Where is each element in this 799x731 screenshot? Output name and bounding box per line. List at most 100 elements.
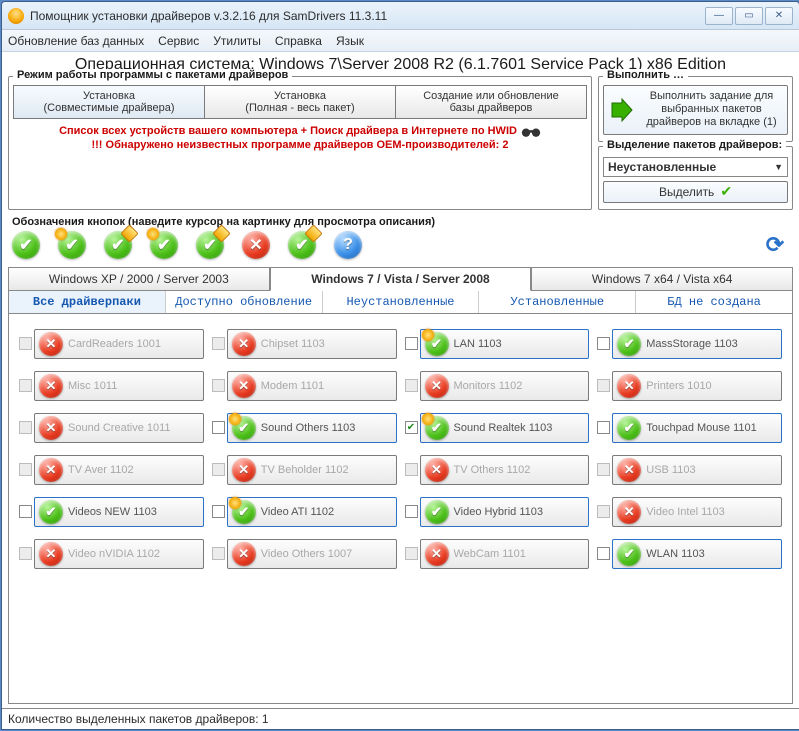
driverpack-button[interactable]: ✔MassStorage 1103 [612, 329, 782, 359]
execute-group-label: Выполнить … [603, 69, 688, 81]
selection-group: Выделение пакетов драйверов: Неустановле… [598, 146, 793, 210]
cross-icon: ✕ [39, 416, 63, 440]
driverpack-button[interactable]: ✔Videos NEW 1103 [34, 497, 204, 527]
driverpack-checkbox[interactable] [405, 337, 418, 350]
driverpack-label: WLAN 1103 [646, 548, 705, 560]
driverpack-label: Sound Others 1103 [261, 422, 356, 434]
driverpack-button[interactable]: ✕Video Intel 1103 [612, 497, 782, 527]
window-buttons: — ▭ ✕ [705, 7, 793, 25]
driverpack-button[interactable]: ✕ Sound Creative 1011 [34, 413, 204, 443]
os-tab-xp[interactable]: Windows XP / 2000 / Server 2003 [8, 267, 270, 291]
legend-check-warn2-icon: ✔ [196, 231, 224, 259]
app-icon [8, 8, 24, 24]
driverpack-checkbox[interactable] [405, 505, 418, 518]
mode-tab-compatible[interactable]: Установка (Совместимые драйвера) [13, 85, 204, 119]
driverpack-button[interactable]: ✕TV Others 1102 [420, 455, 590, 485]
driverpack-label: CardReaders 1001 [68, 338, 161, 350]
driverpack-button[interactable]: ✕ USB 1103 [612, 455, 782, 485]
driverpack-item: ✔Touchpad Mouse 1101 [597, 412, 782, 444]
driverpack-item: ✔MassStorage 1103 [597, 328, 782, 360]
driverpack-button[interactable]: ✔Video Hybrid 1103 [420, 497, 590, 527]
check-icon: ✔ [232, 500, 256, 524]
os-tab-7x64[interactable]: Windows 7 x64 / Vista x64 [531, 267, 793, 291]
select-button[interactable]: Выделить ✔ [603, 181, 788, 203]
driverpack-item: ✕TV Aver 1102 [19, 454, 204, 486]
subtab-installed[interactable]: Установленные [479, 291, 636, 313]
subtab-uninstalled[interactable]: Неустановленные [323, 291, 480, 313]
driverpack-item: ✕Video nVIDIA 1102 [19, 538, 204, 570]
subtab-all[interactable]: Все драйверпаки [9, 291, 166, 313]
legend-row: Обозначения кнопок (наведите курсор на к… [8, 216, 793, 259]
driverpack-button[interactable]: ✕Printers 1010 [612, 371, 782, 401]
driverpack-checkbox[interactable]: ✔ [405, 421, 418, 434]
driverpack-button[interactable]: ✕WebCam 1101 [420, 539, 590, 569]
driverpack-label: Sound Realtek 1103 [454, 422, 553, 434]
driverpack-checkbox [19, 379, 32, 392]
mode-tab-createdb[interactable]: Создание или обновление базы драйверов [395, 85, 587, 119]
driverpack-button[interactable]: ✕Video nVIDIA 1102 [34, 539, 204, 569]
driverpack-button[interactable]: ✔LAN 1103 [420, 329, 590, 359]
driverpack-checkbox[interactable] [597, 547, 610, 560]
subtab-update[interactable]: Доступно обновление [166, 291, 323, 313]
menu-update[interactable]: Обновление баз данных [8, 34, 144, 48]
execute-button[interactable]: Выполнить задание для выбранных пакетов … [603, 85, 788, 135]
subtab-nodb[interactable]: БД не создана [636, 291, 792, 313]
driverpack-label: Video Others 1007 [261, 548, 353, 560]
cross-icon: ✕ [617, 500, 641, 524]
driverpack-checkbox[interactable] [597, 421, 610, 434]
driverpack-button[interactable]: ✔Sound Others 1103 [227, 413, 397, 443]
driverpack-item: ✕CardReaders 1001 [19, 328, 204, 360]
driverpack-button[interactable]: ✕Monitors 1102 [420, 371, 590, 401]
hwid-search-link[interactable]: Список всех устройств вашего компьютера … [59, 123, 541, 139]
driverpack-checkbox[interactable] [597, 337, 610, 350]
driverpack-button[interactable]: ✕TV Beholder 1102 [227, 455, 397, 485]
driverpack-item: ✕TV Others 1102 [405, 454, 590, 486]
driverpack-label: Sound Creative 1011 [68, 422, 171, 434]
driverpack-checkbox[interactable] [19, 505, 32, 518]
driverpack-checkbox[interactable] [212, 421, 225, 434]
maximize-button[interactable]: ▭ [735, 7, 763, 25]
driverpack-button[interactable]: ✕CardReaders 1001 [34, 329, 204, 359]
cross-icon: ✕ [617, 458, 641, 482]
driverpack-button[interactable]: ✕TV Aver 1102 [34, 455, 204, 485]
driverpack-item: ✔LAN 1103 [405, 328, 590, 360]
driverpack-button[interactable]: ✕Video Others 1007 [227, 539, 397, 569]
selection-dropdown[interactable]: Неустановленные ▼ [603, 157, 788, 177]
close-button[interactable]: ✕ [765, 7, 793, 25]
driverpack-button[interactable]: ✕Misc 1011 [34, 371, 204, 401]
menu-utils[interactable]: Утилиты [213, 34, 261, 48]
driverpack-label: USB 1103 [646, 464, 695, 476]
minimize-button[interactable]: — [705, 7, 733, 25]
menu-service[interactable]: Сервис [158, 34, 199, 48]
driverpack-button[interactable]: ✔Touchpad Mouse 1101 [612, 413, 782, 443]
cross-icon: ✕ [425, 542, 449, 566]
driverpack-checkbox [19, 547, 32, 560]
os-tab-7[interactable]: Windows 7 / Vista / Server 2008 [270, 267, 532, 291]
driverpack-item: ✕ Sound Creative 1011 [19, 412, 204, 444]
check-icon: ✔ [39, 500, 63, 524]
cross-icon: ✕ [39, 542, 63, 566]
driverpack-button[interactable]: ✕ Modem 1101 [227, 371, 397, 401]
cross-icon: ✕ [232, 332, 256, 356]
driverpack-button[interactable]: ✔ WLAN 1103 [612, 539, 782, 569]
driverpack-label: Chipset 1103 [261, 338, 325, 350]
driverpack-item: ✕ USB 1103 [597, 454, 782, 486]
mode-tab-full[interactable]: Установка (Полная - весь пакет) [204, 85, 395, 119]
driverpack-button[interactable]: ✔Video ATI 1102 [227, 497, 397, 527]
check-icon: ✔ [617, 542, 641, 566]
driverpack-item: ✔Videos NEW 1103 [19, 496, 204, 528]
cross-icon: ✕ [232, 374, 256, 398]
driverpack-label: Monitors 1102 [454, 380, 523, 392]
driverpack-button[interactable]: ✔Sound Realtek 1103 [420, 413, 590, 443]
refresh-icon[interactable]: ⟳ [761, 231, 789, 259]
driverpack-label: MassStorage 1103 [646, 338, 738, 350]
legend-check-icon: ✔ [12, 231, 40, 259]
menu-lang[interactable]: Язык [336, 34, 364, 48]
driverpack-checkbox[interactable] [212, 505, 225, 518]
chevron-down-icon: ▼ [774, 162, 783, 172]
driverpack-button[interactable]: ✕ Chipset 1103 [227, 329, 397, 359]
menu-help[interactable]: Справка [275, 34, 322, 48]
driverpack-label: Modem 1101 [261, 380, 324, 392]
driverpack-checkbox [19, 463, 32, 476]
driverpack-item: ✔Sound Others 1103 [212, 412, 397, 444]
